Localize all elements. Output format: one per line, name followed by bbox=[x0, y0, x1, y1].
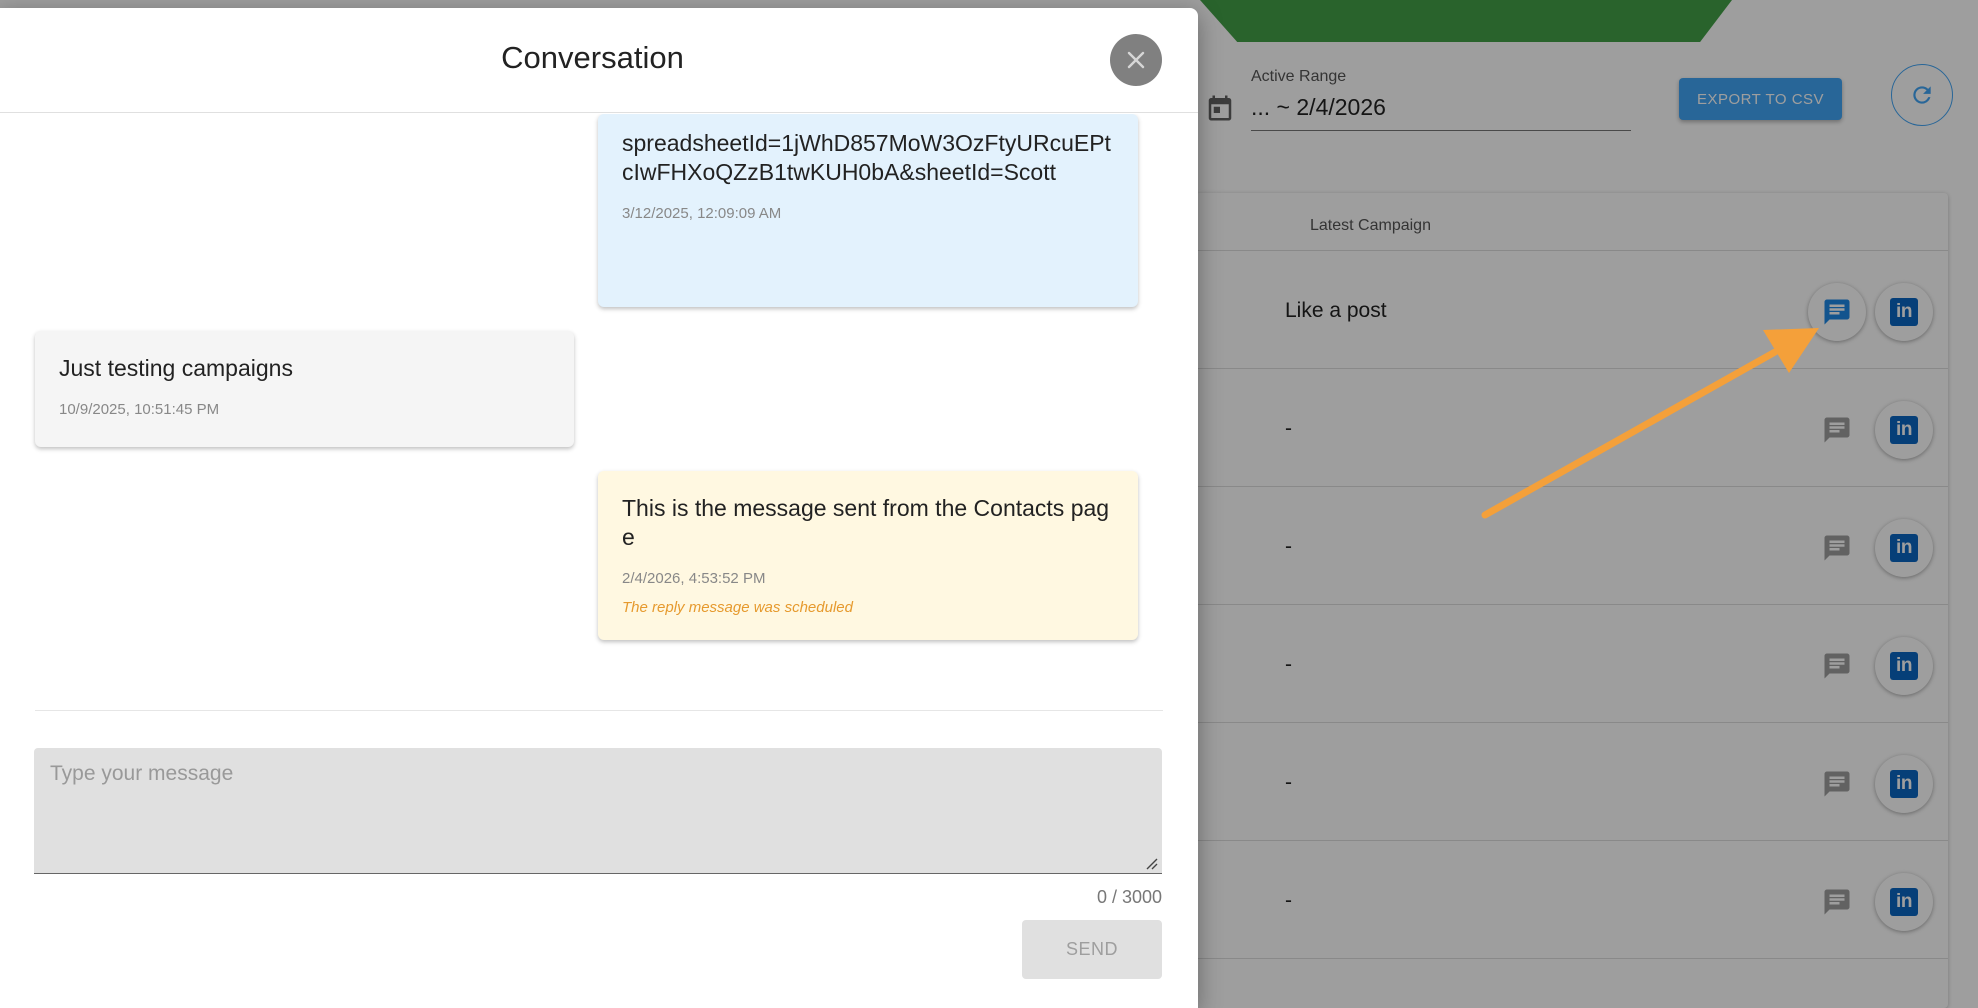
message-timestamp: 3/12/2025, 12:09:09 AM bbox=[622, 205, 782, 222]
conversation-dialog: Conversation spreadsheetId=1jWhD857MoW3O… bbox=[0, 8, 1198, 1008]
message-bubble-scheduled: This is the message sent from the Contac… bbox=[598, 471, 1138, 640]
message-input[interactable] bbox=[34, 748, 1162, 874]
close-icon bbox=[1127, 51, 1145, 69]
close-button[interactable] bbox=[1110, 34, 1162, 86]
message-list[interactable]: spreadsheetId=1jWhD857MoW3OzFtyURcuEPtcI… bbox=[0, 114, 1198, 703]
dialog-header: Conversation bbox=[0, 8, 1198, 113]
message-text: This is the message sent from the Contac… bbox=[622, 495, 1110, 550]
dialog-title: Conversation bbox=[501, 40, 684, 75]
send-button[interactable]: SEND bbox=[1022, 920, 1162, 979]
character-counter: 0 / 3000 bbox=[1096, 887, 1162, 907]
message-bubble-received: Just testing campaigns 10/9/2025, 10:51:… bbox=[35, 331, 574, 447]
resize-handle-icon[interactable] bbox=[1144, 856, 1158, 870]
message-bubble-sent: spreadsheetId=1jWhD857MoW3OzFtyURcuEPtcI… bbox=[598, 114, 1138, 307]
message-text: Just testing campaigns bbox=[59, 355, 293, 381]
scheduled-note: The reply message was scheduled bbox=[622, 599, 853, 616]
message-timestamp: 2/4/2026, 4:53:52 PM bbox=[622, 570, 766, 587]
composer-divider bbox=[35, 710, 1163, 711]
message-timestamp: 10/9/2025, 10:51:45 PM bbox=[59, 401, 220, 418]
message-text: spreadsheetId=1jWhD857MoW3OzFtyURcuEPtcI… bbox=[622, 130, 1111, 185]
